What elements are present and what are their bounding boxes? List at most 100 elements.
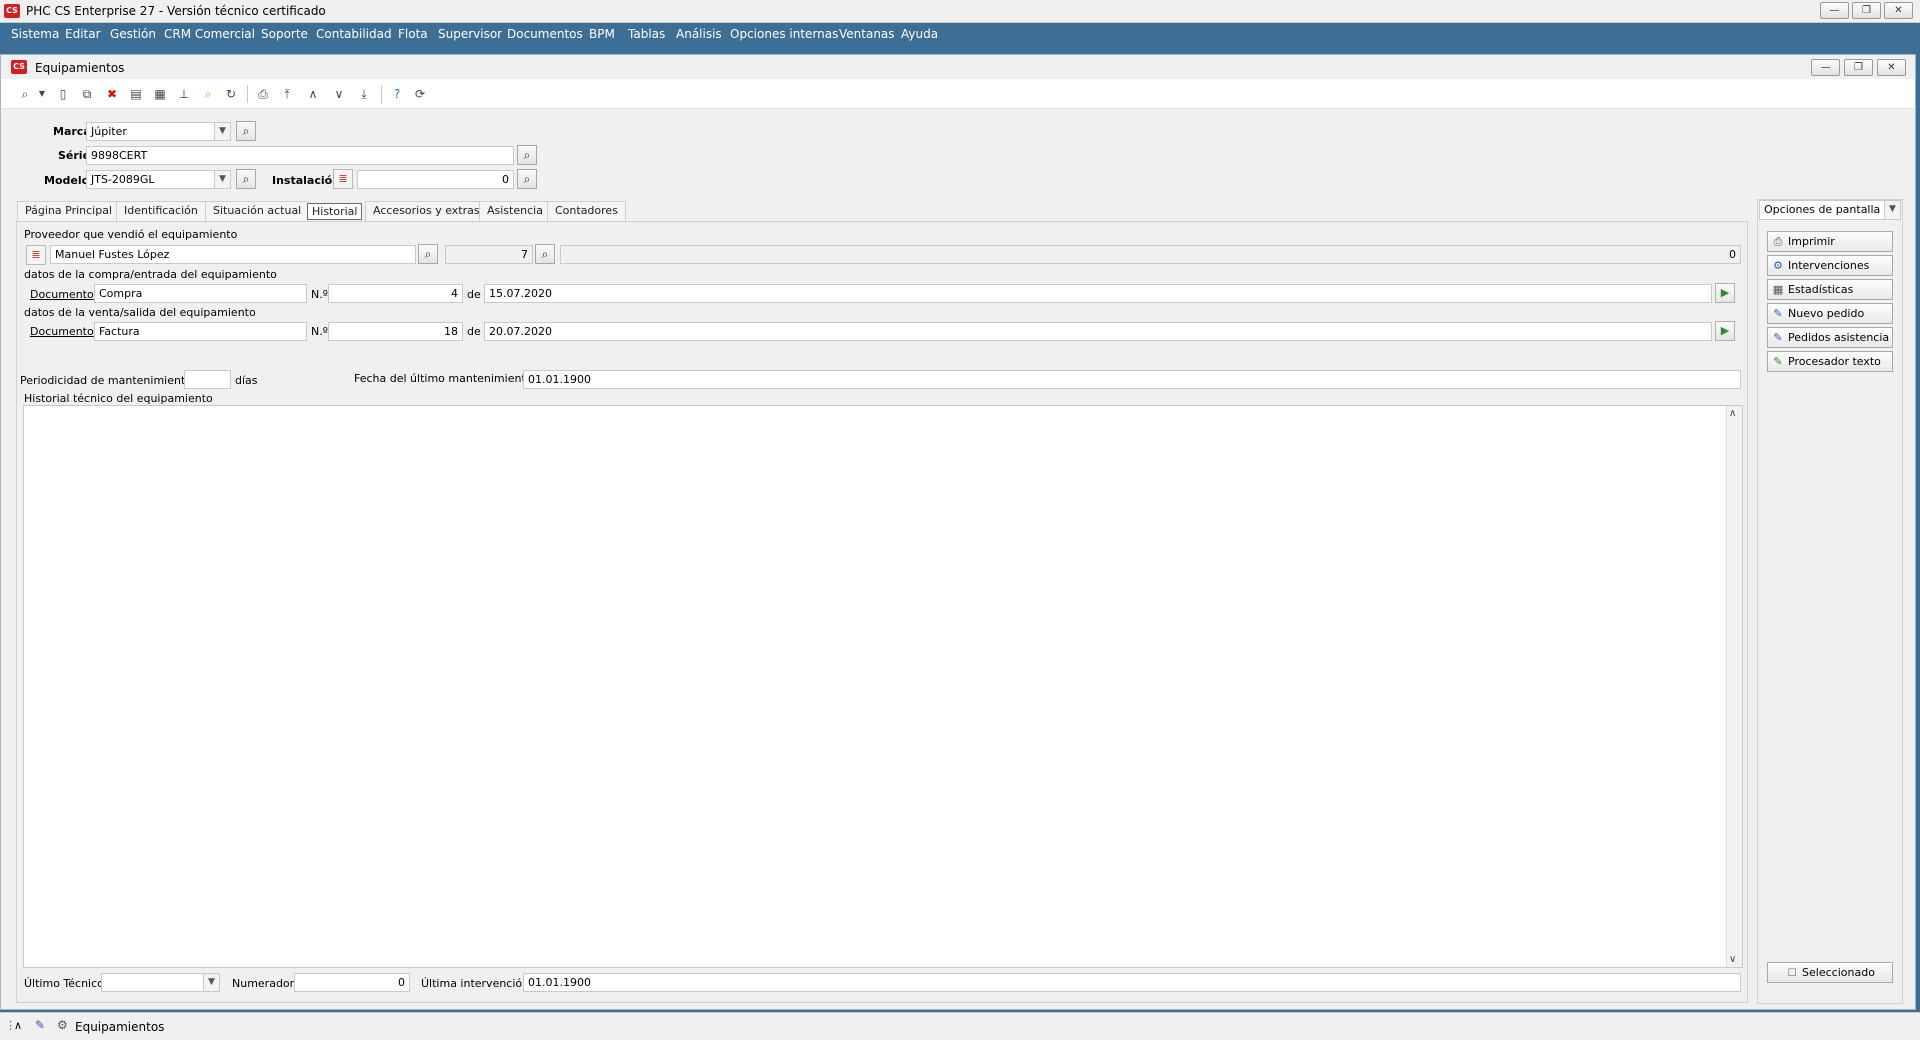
compra-documento-field[interactable]: Compra: [94, 284, 307, 303]
instalacion-field[interactable]: 0: [357, 170, 514, 189]
refresh-icon[interactable]: ↻: [223, 86, 239, 102]
imprimir-button[interactable]: ⎙ Imprimir: [1767, 231, 1893, 252]
menu-flota[interactable]: Flota: [398, 27, 428, 41]
tab-asistencia[interactable]: Asistencia: [479, 201, 551, 221]
marca-field[interactable]: Júpiter ▼: [86, 122, 231, 141]
search-dropdown-icon[interactable]: ▼: [37, 86, 47, 102]
venta-number-field[interactable]: 18: [328, 322, 463, 341]
window-close-icon[interactable]: ✕: [1877, 59, 1906, 76]
tab-historial[interactable]: Historial: [307, 203, 363, 220]
sync-icon[interactable]: ⟳: [412, 86, 428, 102]
venta-documento-field[interactable]: Factura: [94, 322, 307, 341]
menu-crm-comercial[interactable]: CRM Comercial: [164, 27, 255, 41]
chevron-down-icon[interactable]: ▼: [203, 974, 219, 991]
search-icon: ⌕: [242, 124, 250, 138]
tree-icon[interactable]: ⊥: [176, 86, 192, 102]
proveedor-search-button[interactable]: ⌕: [418, 244, 438, 264]
compra-open-document-button[interactable]: ▶: [1715, 283, 1735, 303]
opciones-pantalla-select[interactable]: Opciones de pantalla ▼: [1759, 200, 1901, 220]
filter-search-icon[interactable]: ⌕: [200, 86, 216, 102]
proveedor-list-button[interactable]: ≣: [26, 245, 46, 265]
tab-pagina-principal[interactable]: Página Principal: [17, 201, 121, 221]
task-equipamientos[interactable]: Equipamientos: [75, 1020, 164, 1034]
menu-contabilidad[interactable]: Contabilidad: [316, 27, 392, 41]
serie-search-button[interactable]: ⌕: [517, 145, 537, 165]
nuevo-pedido-button[interactable]: ✎ Nuevo pedido: [1767, 303, 1893, 324]
proveedor-number-search-button[interactable]: ⌕: [535, 244, 555, 264]
compra-number-field[interactable]: 4: [328, 284, 463, 303]
close-icon[interactable]: ✕: [1884, 2, 1913, 19]
chevron-down-icon[interactable]: ▼: [214, 123, 230, 140]
modelo-value: JTS-2089GL: [91, 173, 155, 186]
window-minimize-icon[interactable]: —: [1811, 59, 1840, 76]
modelo-search-button[interactable]: ⌕: [236, 169, 256, 189]
seleccionado-checkbox[interactable]: ☐ Seleccionado: [1767, 962, 1893, 983]
modelo-label: Modelo: [44, 174, 90, 187]
compra-date-field[interactable]: 15.07.2020: [484, 284, 1712, 303]
checkbox-icon[interactable]: ☐: [1785, 964, 1799, 983]
menu-sistema[interactable]: Sistema: [11, 27, 59, 41]
chevron-up-icon[interactable]: ∧: [14, 1019, 22, 1032]
chevron-down-icon[interactable]: ▼: [1884, 201, 1900, 219]
first-record-icon[interactable]: ⤒: [279, 86, 295, 102]
menu-editar[interactable]: Editar: [65, 27, 101, 41]
ultimo-tecnico-label: Último Técnico: [24, 977, 104, 990]
tab-contadores[interactable]: Contadores: [547, 201, 626, 221]
chevron-down-icon[interactable]: ▼: [214, 171, 230, 188]
numerador-field[interactable]: 0: [294, 973, 410, 992]
fecha-ultimo-mantenimiento-field[interactable]: 01.01.1900: [523, 370, 1741, 389]
preview-icon[interactable]: ⎙: [255, 86, 271, 102]
last-record-icon[interactable]: ⤓: [356, 86, 372, 102]
previous-record-icon[interactable]: ∧: [305, 86, 321, 102]
memo-scrollbar[interactable]: ∧ ∨: [1726, 406, 1742, 967]
marca-search-button[interactable]: ⌕: [236, 121, 256, 141]
ultima-intervencion-field[interactable]: 01.01.1900: [523, 973, 1741, 992]
menu-supervisor[interactable]: Supervisor: [438, 27, 502, 41]
ultimo-tecnico-field[interactable]: ▼: [101, 973, 220, 992]
venta-date-field[interactable]: 20.07.2020: [484, 322, 1712, 341]
proveedor-number-field[interactable]: 7: [445, 245, 533, 264]
instalacion-list-button[interactable]: ≣: [333, 169, 353, 189]
pedidos-asistencia-button[interactable]: ✎ Pedidos asistencia: [1767, 327, 1893, 348]
menu-opciones-internas[interactable]: Opciones internas: [730, 27, 838, 41]
form-view-icon[interactable]: ▤: [128, 86, 144, 102]
estadisticas-button[interactable]: ▦ Estadísticas: [1767, 279, 1893, 300]
menu-tablas[interactable]: Tablas: [628, 27, 665, 41]
menu-documentos[interactable]: Documentos: [507, 27, 583, 41]
menu-soporte[interactable]: Soporte: [261, 27, 308, 41]
menu-ventanas[interactable]: Ventanas: [839, 27, 895, 41]
menu-analisis[interactable]: Análisis: [676, 27, 722, 41]
menu-bpm[interactable]: BPM: [589, 27, 615, 41]
menu-gestion[interactable]: Gestión: [110, 27, 156, 41]
edit-icon[interactable]: ✎: [35, 1018, 45, 1032]
periodicidad-field[interactable]: [184, 370, 231, 389]
historial-tecnico-textarea[interactable]: ∧ ∨: [23, 405, 1743, 968]
venta-open-document-button[interactable]: ▶: [1715, 321, 1735, 341]
tab-identificacion[interactable]: Identificación: [116, 201, 206, 221]
window-title-bar: CS Equipamientos — ❐ ✕: [1, 55, 1915, 79]
intervenciones-button[interactable]: ⚙ Intervenciones: [1767, 255, 1893, 276]
delete-icon[interactable]: ✖: [104, 86, 120, 102]
next-record-icon[interactable]: ∨: [331, 86, 347, 102]
help-icon[interactable]: ?: [389, 86, 405, 102]
modelo-field[interactable]: JTS-2089GL ▼: [86, 170, 231, 189]
new-record-icon[interactable]: ▯: [55, 86, 71, 102]
serie-field[interactable]: 9898CERT: [86, 146, 514, 165]
dias-label: días: [235, 374, 258, 387]
instalacion-search-button[interactable]: ⌕: [517, 169, 537, 189]
search-icon[interactable]: ⌕: [17, 86, 33, 102]
scroll-down-icon[interactable]: ∨: [1729, 954, 1736, 965]
tab-accesorios-extras[interactable]: Accesorios y extras: [365, 201, 488, 221]
copy-record-icon[interactable]: ⧉: [79, 86, 95, 102]
restore-icon[interactable]: ❐: [1852, 2, 1881, 19]
tab-situacion-actual[interactable]: Situación actual: [205, 201, 310, 221]
grid-view-icon[interactable]: ▦: [152, 86, 168, 102]
search-icon: ⌕: [523, 148, 531, 162]
scroll-up-icon[interactable]: ∧: [1729, 408, 1736, 419]
window-restore-icon[interactable]: ❐: [1844, 59, 1873, 76]
menu-ayuda[interactable]: Ayuda: [901, 27, 938, 41]
marca-value: Júpiter: [91, 125, 127, 138]
procesador-texto-button[interactable]: ✎ Procesador texto: [1767, 351, 1893, 372]
proveedor-name-field[interactable]: Manuel Fustes López: [50, 245, 416, 264]
minimize-icon[interactable]: —: [1820, 2, 1849, 19]
